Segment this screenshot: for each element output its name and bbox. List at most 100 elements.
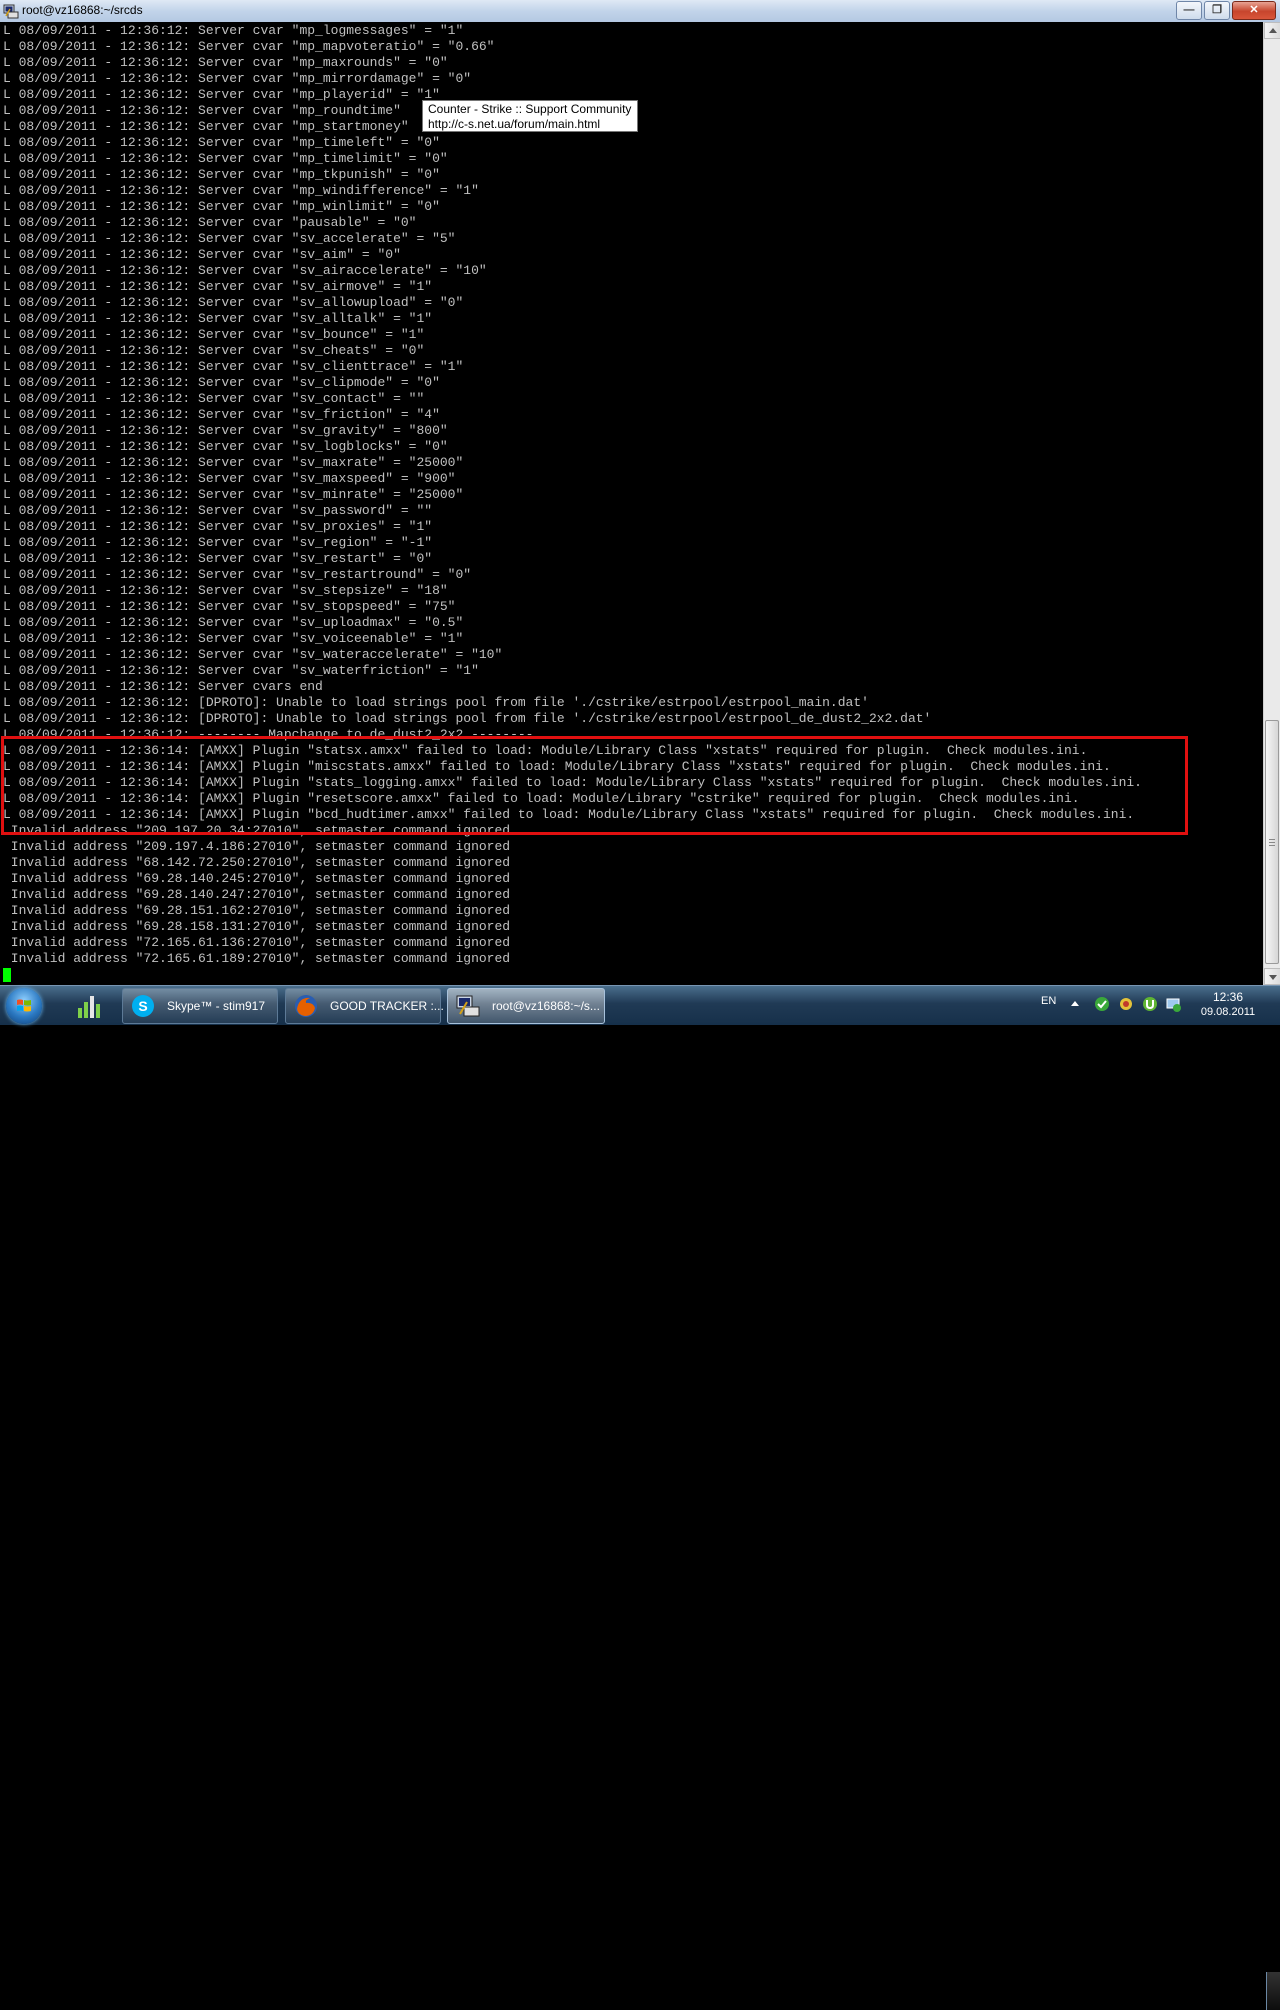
terminal-line: L 08/09/2011 - 12:36:12: Server cvar "mp… bbox=[3, 119, 409, 134]
link-tooltip: Counter - Strike :: Support Community ht… bbox=[422, 100, 638, 132]
terminal-line: L 08/09/2011 - 12:36:12: Server cvar "mp… bbox=[3, 167, 440, 182]
terminal-line: L 08/09/2011 - 12:36:12: Server cvar "sv… bbox=[3, 247, 401, 262]
restore-icon: ❐ bbox=[1212, 4, 1222, 16]
terminal-line: L 08/09/2011 - 12:36:12: Server cvar "sv… bbox=[3, 423, 448, 438]
terminal-line: L 08/09/2011 - 12:36:12: Server cvar "sv… bbox=[3, 599, 456, 614]
terminal-line: L 08/09/2011 - 12:36:12: Server cvar "sv… bbox=[3, 231, 456, 246]
terminal-line: L 08/09/2011 - 12:36:12: Server cvar "sv… bbox=[3, 455, 464, 470]
terminal-line: L 08/09/2011 - 12:36:12: Server cvar "sv… bbox=[3, 407, 440, 422]
terminal-line: L 08/09/2011 - 12:36:12: Server cvar "sv… bbox=[3, 551, 433, 566]
terminal-line: L 08/09/2011 - 12:36:12: Server cvar "pa… bbox=[3, 215, 417, 230]
taskbar-item-label: root@vz16868:~/s... bbox=[492, 999, 600, 1013]
terminal-line: L 08/09/2011 - 12:36:12: Server cvar "mp… bbox=[3, 23, 464, 38]
arrow-up-icon bbox=[1269, 28, 1277, 33]
taskbar-item-label: GOOD TRACKER :... bbox=[330, 999, 444, 1013]
terminal-line: L 08/09/2011 - 12:36:12: Server cvar "sv… bbox=[3, 391, 425, 406]
grip-line bbox=[1269, 842, 1275, 843]
scroll-down-button[interactable] bbox=[1264, 968, 1280, 985]
terminal-line: L 08/09/2011 - 12:36:12: Server cvar "sv… bbox=[3, 263, 487, 278]
shield-check-icon[interactable] bbox=[1093, 995, 1111, 1013]
terminal-line: L 08/09/2011 - 12:36:12: Server cvar "mp… bbox=[3, 87, 440, 102]
terminal-line: L 08/09/2011 - 12:36:12: Server cvar "mp… bbox=[3, 199, 440, 214]
taskbar: S Skype™ - stim917 GOOD TRACKER :... roo… bbox=[0, 985, 1280, 2010]
show-desktop-button[interactable] bbox=[1266, 1972, 1280, 2010]
taskbar-item-skype[interactable]: S Skype™ - stim917 bbox=[122, 988, 278, 1024]
windows-logo-icon bbox=[17, 999, 31, 1012]
terminal-line: Invalid address "69.28.140.247:27010", s… bbox=[3, 887, 511, 902]
terminal-line: L 08/09/2011 - 12:36:12: Server cvar "sv… bbox=[3, 663, 479, 678]
start-button[interactable] bbox=[6, 988, 42, 1024]
close-icon: ✕ bbox=[1249, 4, 1259, 16]
terminal-line: Invalid address "209.197.20.34:27010", s… bbox=[3, 823, 511, 838]
window-title: root@vz16868:~/srcds bbox=[22, 3, 143, 17]
grip-line bbox=[1269, 845, 1275, 846]
language-indicator[interactable]: EN bbox=[1041, 995, 1056, 1007]
network-meter-icon bbox=[78, 996, 100, 1018]
terminal-line: L 08/09/2011 - 12:36:12: Server cvar "sv… bbox=[3, 583, 448, 598]
minimize-button[interactable]: — bbox=[1176, 1, 1202, 20]
taskbar-item-label: Skype™ - stim917 bbox=[167, 999, 266, 1013]
window-titlebar[interactable]: root@vz16868:~/srcds — ❐ ✕ bbox=[0, 0, 1280, 23]
terminal-line: Invalid address "68.142.72.250:27010", s… bbox=[3, 855, 511, 870]
vertical-scrollbar[interactable] bbox=[1263, 22, 1280, 985]
terminal-line: Invalid address "69.28.158.131:27010", s… bbox=[3, 919, 511, 934]
skype-icon: S bbox=[132, 995, 154, 1017]
terminal-line: L 08/09/2011 - 12:36:12: Server cvars en… bbox=[3, 679, 323, 694]
pinned-app-button[interactable] bbox=[64, 988, 114, 1024]
close-button[interactable]: ✕ bbox=[1232, 1, 1276, 20]
terminal-line: L 08/09/2011 - 12:36:12: Server cvar "sv… bbox=[3, 503, 433, 518]
terminal-cursor bbox=[3, 968, 11, 982]
putty-icon bbox=[456, 995, 480, 1017]
terminal-line: Invalid address "72.165.61.136:27010", s… bbox=[3, 935, 511, 950]
terminal-line: L 08/09/2011 - 12:36:12: Server cvar "mp… bbox=[3, 151, 448, 166]
terminal-line: L 08/09/2011 - 12:36:12: Server cvar "sv… bbox=[3, 375, 440, 390]
terminal-line: L 08/09/2011 - 12:36:12: -------- Mapcha… bbox=[3, 727, 534, 742]
clock-date[interactable]: 09.08.2011 bbox=[1196, 1006, 1260, 1018]
taskbar-item-firefox[interactable]: GOOD TRACKER :... bbox=[285, 988, 444, 1024]
putty-icon bbox=[3, 4, 19, 19]
terminal-line: L 08/09/2011 - 12:36:12: Server cvar "mp… bbox=[3, 55, 448, 70]
svg-text:S: S bbox=[138, 998, 147, 1014]
terminal-line: L 08/09/2011 - 12:36:12: Server cvar "mp… bbox=[3, 103, 401, 118]
terminal-line: L 08/09/2011 - 12:36:12: [DPROTO]: Unabl… bbox=[3, 695, 869, 710]
scroll-up-button[interactable] bbox=[1264, 22, 1280, 39]
terminal-line: Invalid address "72.165.61.189:27010", s… bbox=[3, 951, 511, 966]
terminal-line: L 08/09/2011 - 12:36:12: Server cvar "sv… bbox=[3, 359, 464, 374]
terminal-line: Invalid address "209.197.4.186:27010", s… bbox=[3, 839, 511, 854]
terminal-output[interactable]: L 08/09/2011 - 12:36:12: Server cvar "mp… bbox=[0, 22, 1263, 985]
terminal-line: L 08/09/2011 - 12:36:14: [AMXX] Plugin "… bbox=[3, 791, 1080, 806]
taskbar-item-putty[interactable]: root@vz16868:~/s... bbox=[447, 988, 605, 1024]
terminal-line: L 08/09/2011 - 12:36:12: Server cvar "mp… bbox=[3, 183, 479, 198]
arrow-down-icon bbox=[1269, 975, 1277, 980]
show-hidden-icons-icon[interactable] bbox=[1071, 1001, 1079, 1006]
minimize-icon: — bbox=[1183, 4, 1195, 16]
terminal-line: L 08/09/2011 - 12:36:14: [AMXX] Plugin "… bbox=[3, 759, 1111, 774]
terminal-line: L 08/09/2011 - 12:36:12: Server cvar "sv… bbox=[3, 343, 425, 358]
utorrent-icon[interactable] bbox=[1141, 995, 1159, 1013]
maximize-button[interactable]: ❐ bbox=[1204, 1, 1230, 20]
firefox-icon bbox=[295, 995, 317, 1017]
terminal-line: L 08/09/2011 - 12:36:14: [AMXX] Plugin "… bbox=[3, 807, 1135, 822]
grip-line bbox=[1269, 839, 1275, 840]
terminal-line: Invalid address "69.28.151.162:27010", s… bbox=[3, 903, 511, 918]
terminal-line: L 08/09/2011 - 12:36:12: Server cvar "sv… bbox=[3, 311, 433, 326]
terminal-line: L 08/09/2011 - 12:36:12: Server cvar "sv… bbox=[3, 615, 464, 630]
terminal-line: L 08/09/2011 - 12:36:12: Server cvar "sv… bbox=[3, 471, 456, 486]
terminal-line: L 08/09/2011 - 12:36:12: Server cvar "sv… bbox=[3, 487, 464, 502]
terminal-line: L 08/09/2011 - 12:36:12: Server cvar "sv… bbox=[3, 567, 472, 582]
terminal-line: L 08/09/2011 - 12:36:12: Server cvar "sv… bbox=[3, 647, 503, 662]
terminal-line: L 08/09/2011 - 12:36:12: Server cvar "mp… bbox=[3, 71, 472, 86]
terminal-line: L 08/09/2011 - 12:36:12: Server cvar "sv… bbox=[3, 279, 433, 294]
tooltip-url: http://c-s.net.ua/forum/main.html bbox=[428, 117, 601, 131]
utility-tray-icon[interactable] bbox=[1117, 995, 1135, 1013]
terminal-line: Invalid address "69.28.140.245:27010", s… bbox=[3, 871, 511, 886]
terminal-line: L 08/09/2011 - 12:36:12: Server cvar "sv… bbox=[3, 327, 425, 342]
scrollbar-thumb[interactable] bbox=[1265, 720, 1279, 964]
terminal-line: L 08/09/2011 - 12:36:12: Server cvar "sv… bbox=[3, 519, 433, 534]
terminal-line: L 08/09/2011 - 12:36:14: [AMXX] Plugin "… bbox=[3, 775, 1142, 790]
clock-time[interactable]: 12:36 bbox=[1202, 990, 1254, 1004]
network-icon[interactable] bbox=[1164, 995, 1182, 1013]
terminal-line: L 08/09/2011 - 12:36:12: Server cvar "sv… bbox=[3, 295, 464, 310]
terminal-line: L 08/09/2011 - 12:36:12: Server cvar "sv… bbox=[3, 439, 448, 454]
terminal-line: L 08/09/2011 - 12:36:12: [DPROTO]: Unabl… bbox=[3, 711, 932, 726]
